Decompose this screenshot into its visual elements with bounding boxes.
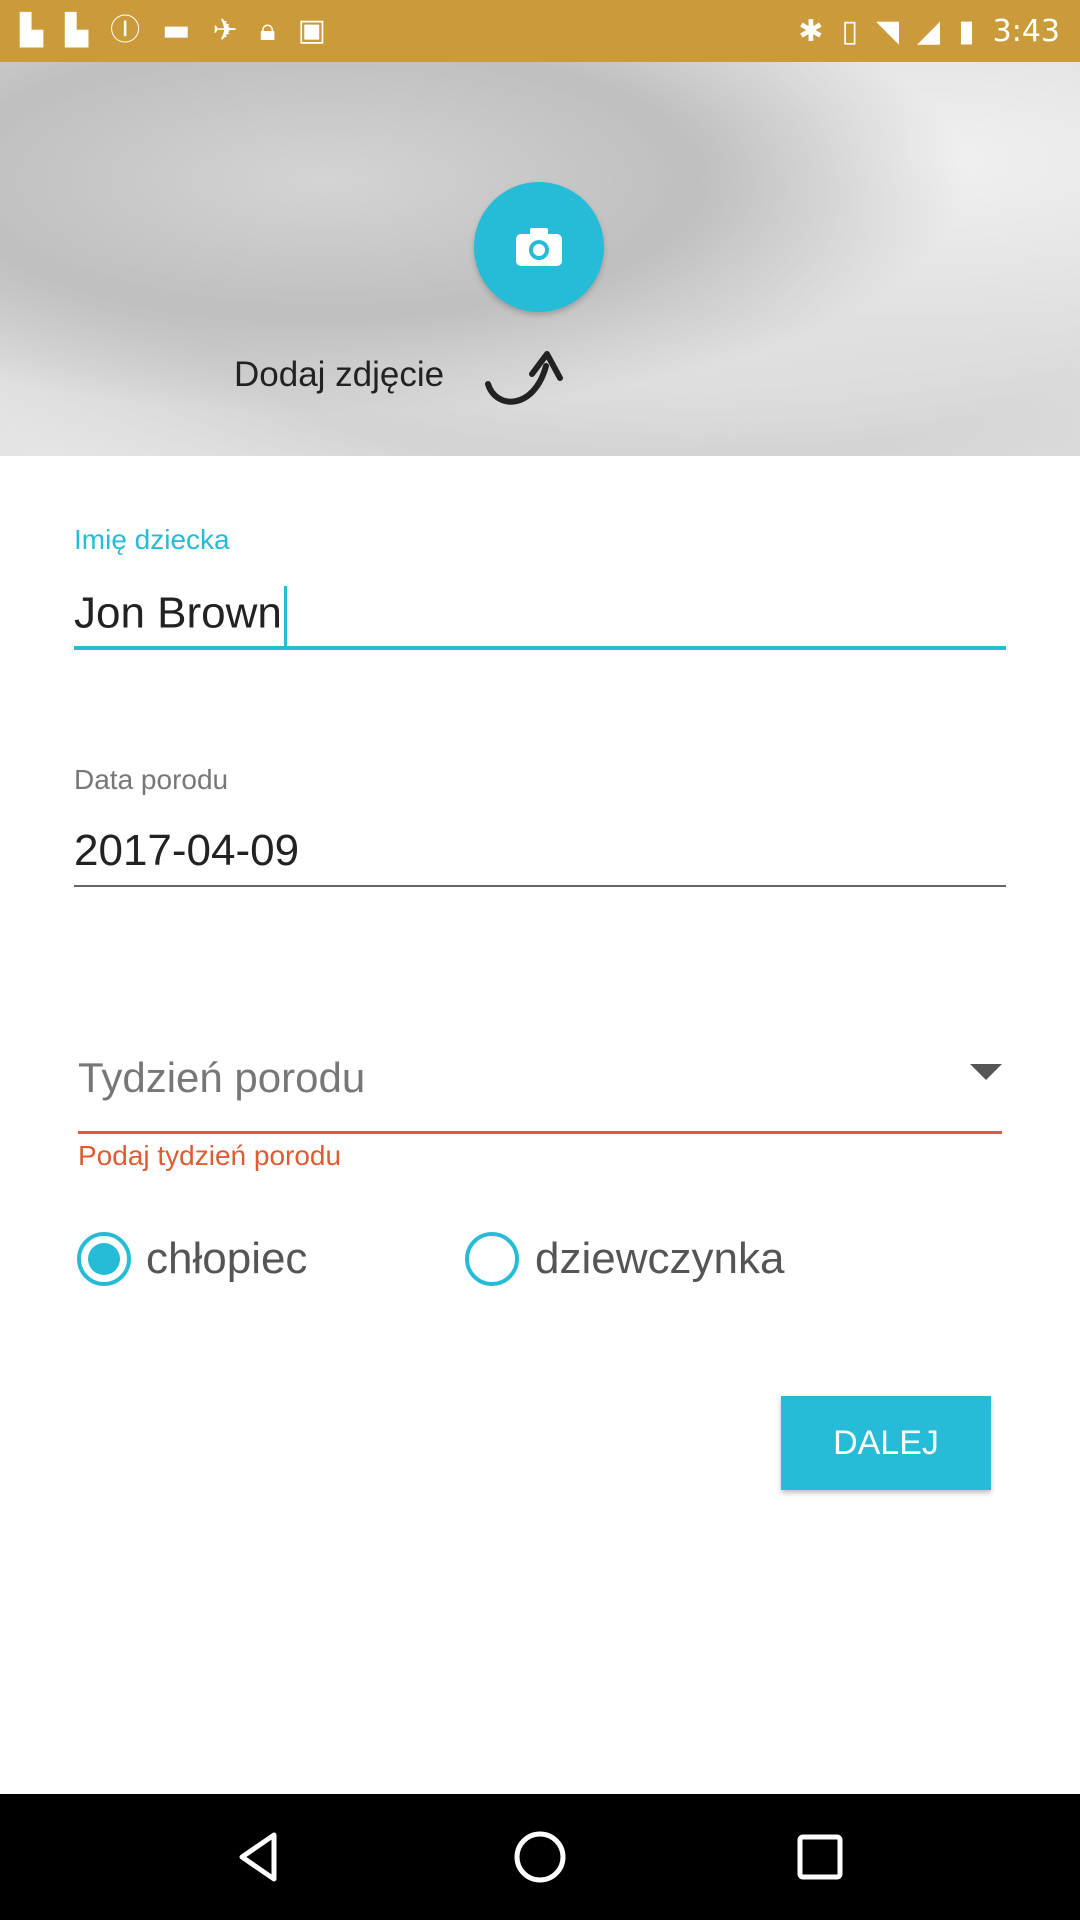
birth-date-input[interactable]: 2017-04-09 (74, 826, 299, 876)
lock-icon: 🔒︎ (259, 13, 276, 48)
media-icon: ▬ (162, 13, 191, 48)
battery-icon: ▮ (958, 13, 975, 49)
header-photo[interactable]: Dodaj zdjęcie (0, 62, 1080, 456)
birth-week-error: Podaj tydzień porodu (78, 1140, 342, 1171)
system-icons: ✱ ▯ ◥ ◢ ▮ 3:43 (798, 14, 1060, 49)
home-icon[interactable] (510, 1827, 570, 1887)
signal-icon: ◢ (917, 13, 941, 49)
navigation-bar (0, 1794, 1080, 1920)
name-underline (74, 646, 1006, 650)
vibrate-icon: ▯ (841, 13, 858, 49)
curved-arrow-icon (485, 351, 563, 405)
notification-icons: ▙ ▙ Ⓘ ▬ ✈ 🔒︎ ▣ (20, 16, 326, 46)
wifi-icon: ◥ (875, 13, 900, 49)
birth-week-placeholder: Tydzień porodu (78, 1054, 366, 1101)
birth-date-label: Data porodu (74, 764, 229, 795)
text-cursor (283, 586, 287, 646)
signal-icon: Ⓘ (110, 13, 141, 48)
radio-boy[interactable] (77, 1232, 131, 1286)
flipboard-icon: ▙ (65, 13, 89, 48)
status-bar: ▙ ▙ Ⓘ ▬ ✈ 🔒︎ ▣ ✱ ▯ ◥ ◢ ▮ 3:43 (0, 0, 1080, 62)
radio-girl[interactable] (465, 1232, 519, 1286)
camera-button[interactable] (474, 182, 604, 312)
bluetooth-icon: ✱ (798, 13, 824, 49)
satellite-icon: ✈ (212, 13, 238, 48)
name-label: Imię dziecka (74, 524, 230, 555)
birth-date-underline (74, 885, 1006, 887)
next-button[interactable]: DALEJ (781, 1396, 991, 1490)
birth-week-select[interactable]: Tydzień porodu (78, 1050, 1002, 1134)
recent-apps-icon[interactable] (790, 1827, 850, 1887)
camera-icon (516, 228, 562, 266)
radio-girl-label[interactable]: dziewczynka (535, 1232, 784, 1286)
chevron-down-icon[interactable] (970, 1064, 1002, 1080)
radio-selected-dot (88, 1243, 120, 1275)
android-icon: ▣ (297, 13, 326, 48)
back-icon[interactable] (230, 1827, 290, 1887)
flipboard-icon: ▙ (20, 13, 44, 48)
name-input[interactable]: Jon Brown (74, 586, 287, 646)
add-photo-label: Dodaj zdjęcie (234, 355, 445, 394)
name-value: Jon Brown (74, 588, 282, 638)
status-time: 3:43 (992, 13, 1060, 49)
radio-boy-label[interactable]: chłopiec (146, 1232, 307, 1286)
